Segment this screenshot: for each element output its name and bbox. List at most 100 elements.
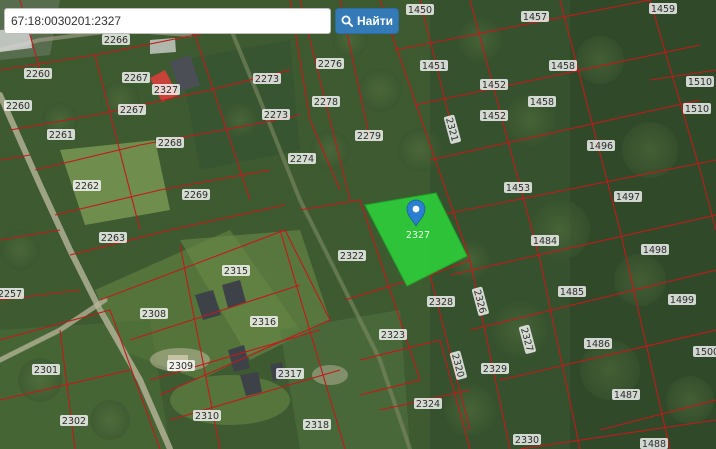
parcel-label: 1458 bbox=[549, 60, 577, 72]
svg-text:1487: 1487 bbox=[614, 390, 638, 401]
parcel-label: 1452 bbox=[480, 79, 508, 91]
parcel-label: 1458 bbox=[528, 96, 556, 108]
svg-text:2267: 2267 bbox=[124, 73, 148, 84]
satellite-map[interactable]: 2266 2260 2267 2327 2260 2267 2273 2276 2261 2268… bbox=[0, 0, 716, 449]
parcel-label: 2308 bbox=[140, 308, 168, 320]
parcel-label: 2323 bbox=[379, 329, 407, 341]
svg-text:2316: 2316 bbox=[252, 317, 276, 328]
svg-text:1459: 1459 bbox=[651, 4, 675, 15]
parcel-label: 2260 bbox=[24, 68, 52, 80]
parcel-label: 2273 bbox=[262, 109, 290, 121]
svg-text:2260: 2260 bbox=[26, 69, 50, 80]
parcel-label: 2263 bbox=[99, 232, 127, 244]
svg-text:2267: 2267 bbox=[120, 105, 144, 116]
parcel-label: 2279 bbox=[355, 130, 383, 142]
parcel-label: 1451 bbox=[420, 60, 448, 72]
parcel-label: 2267 bbox=[118, 104, 146, 116]
svg-text:2257: 2257 bbox=[0, 289, 22, 300]
parcel-label: 2316 bbox=[250, 316, 278, 328]
cadastral-number-input[interactable] bbox=[4, 8, 331, 34]
svg-text:1496: 1496 bbox=[589, 141, 613, 152]
svg-text:2324: 2324 bbox=[416, 399, 440, 410]
parcel-label: 1499 bbox=[668, 294, 696, 306]
svg-text:2301: 2301 bbox=[34, 365, 58, 376]
svg-text:1453: 1453 bbox=[506, 183, 530, 194]
parcel-label: 1500 bbox=[693, 346, 716, 358]
parcel-label: 2278 bbox=[312, 96, 340, 108]
parcel-label: 2310 bbox=[193, 410, 221, 422]
parcel-label: 2260 bbox=[4, 100, 32, 112]
svg-text:2302: 2302 bbox=[62, 416, 86, 427]
parcel-label: 2273 bbox=[253, 73, 281, 85]
svg-text:2309: 2309 bbox=[169, 361, 193, 372]
parcel-label: 2276 bbox=[316, 58, 344, 70]
svg-text:2261: 2261 bbox=[49, 130, 73, 141]
svg-text:1485: 1485 bbox=[560, 287, 584, 298]
parcel-label: 2266 bbox=[102, 34, 130, 46]
svg-text:1500: 1500 bbox=[695, 347, 716, 358]
svg-text:2269: 2269 bbox=[184, 190, 208, 201]
svg-text:1451: 1451 bbox=[422, 61, 446, 72]
svg-text:1484: 1484 bbox=[533, 236, 557, 247]
svg-text:2260: 2260 bbox=[6, 101, 30, 112]
parcel-label: 2268 bbox=[156, 137, 184, 149]
svg-text:1452: 1452 bbox=[482, 111, 506, 122]
svg-text:2317: 2317 bbox=[278, 369, 302, 380]
parcel-label: 2329 bbox=[481, 363, 509, 375]
svg-text:2328: 2328 bbox=[429, 297, 453, 308]
svg-text:2327: 2327 bbox=[154, 85, 178, 96]
svg-text:2315: 2315 bbox=[224, 266, 248, 277]
svg-text:2276: 2276 bbox=[318, 59, 342, 70]
parcel-label: 1484 bbox=[531, 235, 559, 247]
parcel-label: 1453 bbox=[504, 182, 532, 194]
search-bar: Найти bbox=[4, 8, 399, 34]
svg-text:2310: 2310 bbox=[195, 411, 219, 422]
svg-text:2274: 2274 bbox=[290, 154, 314, 165]
svg-text:1510: 1510 bbox=[688, 77, 712, 88]
svg-text:2273: 2273 bbox=[255, 74, 279, 85]
parcel-label: 2257 bbox=[0, 288, 24, 300]
parcel-label: 1485 bbox=[558, 286, 586, 298]
parcel-label: 2302 bbox=[60, 415, 88, 427]
parcel-label: 1498 bbox=[641, 244, 669, 256]
parcel-label: 2262 bbox=[73, 180, 101, 192]
search-icon bbox=[341, 15, 353, 27]
svg-text:2330: 2330 bbox=[515, 435, 539, 446]
parcel-label: 1487 bbox=[612, 389, 640, 401]
selected-parcel-label: 2327 bbox=[406, 230, 430, 241]
parcel-label: 2261 bbox=[47, 129, 75, 141]
svg-text:2308: 2308 bbox=[142, 309, 166, 320]
svg-text:2323: 2323 bbox=[381, 330, 405, 341]
svg-text:2273: 2273 bbox=[264, 110, 288, 121]
parcel-label: 2309 bbox=[167, 360, 195, 372]
svg-text:1498: 1498 bbox=[643, 245, 667, 256]
parcel-label: 1510 bbox=[683, 103, 711, 115]
svg-text:2329: 2329 bbox=[483, 364, 507, 375]
find-button-label: Найти bbox=[357, 14, 393, 28]
parcel-label: 1452 bbox=[480, 110, 508, 122]
svg-text:1452: 1452 bbox=[482, 80, 506, 91]
parcel-label: 2318 bbox=[303, 419, 331, 431]
parcel-label: 2317 bbox=[276, 368, 304, 380]
svg-text:1457: 1457 bbox=[523, 12, 547, 23]
parcel-label: 2327 bbox=[152, 84, 180, 96]
svg-text:1488: 1488 bbox=[642, 439, 666, 449]
parcel-label: 2328 bbox=[427, 296, 455, 308]
svg-text:1458: 1458 bbox=[530, 97, 554, 108]
parcel-label: 1488 bbox=[640, 438, 668, 449]
svg-text:1450: 1450 bbox=[408, 5, 432, 16]
parcel-label: 1457 bbox=[521, 11, 549, 23]
find-button[interactable]: Найти bbox=[335, 8, 399, 34]
parcel-label: 2274 bbox=[288, 153, 316, 165]
svg-text:2318: 2318 bbox=[305, 420, 329, 431]
svg-text:1497: 1497 bbox=[616, 192, 640, 203]
parcel-label: 1497 bbox=[614, 191, 642, 203]
parcel-label: 1510 bbox=[686, 76, 714, 88]
parcel-label: 2269 bbox=[182, 189, 210, 201]
parcel-label: 1450 bbox=[406, 4, 434, 16]
svg-text:2263: 2263 bbox=[101, 233, 125, 244]
svg-text:1458: 1458 bbox=[551, 61, 575, 72]
svg-text:1499: 1499 bbox=[670, 295, 694, 306]
svg-text:2262: 2262 bbox=[75, 181, 99, 192]
parcel-label: 2324 bbox=[414, 398, 442, 410]
